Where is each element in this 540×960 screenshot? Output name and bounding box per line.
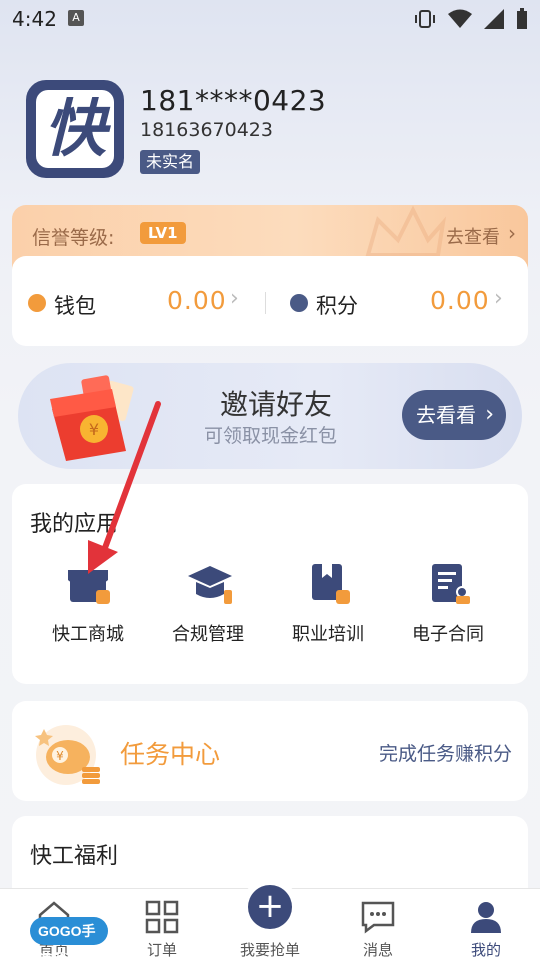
nav-label: 订单	[146, 941, 177, 959]
wallet-card: 钱包 0.00 › 积分 0.00 ›	[12, 256, 528, 346]
notification-a-icon: A	[68, 10, 84, 26]
credit-view-link[interactable]: 去查看	[446, 223, 500, 249]
wifi-icon	[448, 9, 472, 28]
watermark-logo: GOGO手游网	[30, 917, 108, 960]
status-time: 4:42	[12, 7, 57, 31]
nav-item-messages[interactable]: 消息	[324, 889, 432, 960]
points-item[interactable]: 积分 0.00 ›	[266, 256, 528, 346]
app-shop[interactable]: 快工商城	[28, 556, 148, 656]
app-training[interactable]: 职业培训	[268, 556, 388, 656]
contract-icon	[432, 564, 470, 604]
book-icon	[312, 564, 350, 604]
verify-status-badge[interactable]: 未实名	[140, 150, 201, 174]
invite-friends-banner[interactable]: ¥ 邀请好友 可领取现金红包 去看看 ›	[18, 363, 522, 469]
nav-item-grab-order[interactable]: + 我要抢单	[216, 879, 324, 960]
app-label: 电子合同	[412, 624, 484, 645]
welfare-title: 快工福利	[30, 844, 119, 869]
task-center-card[interactable]: ¥ 任务中心 完成任务赚积分	[12, 701, 528, 801]
invite-subtitle: 可领取现金红包	[204, 425, 338, 447]
invite-title: 邀请好友	[220, 388, 333, 421]
nav-label: 消息	[362, 941, 393, 959]
avatar-background: 快	[36, 90, 114, 168]
plus-icon: +	[248, 885, 292, 929]
points-icon	[290, 294, 308, 312]
svg-text:¥: ¥	[89, 420, 99, 439]
grab-order-button[interactable]: +	[240, 879, 300, 939]
nav-item-home[interactable]: 首页 GOGO手游网	[0, 889, 108, 960]
nav-item-mine[interactable]: 我的	[432, 889, 540, 960]
status-bar: 4:42 A	[0, 0, 540, 38]
vibrate-icon	[415, 10, 435, 28]
signal-icon	[484, 9, 504, 29]
wallet-label: 钱包	[54, 294, 96, 318]
wallet-value: 0.00	[167, 286, 227, 315]
app-compliance[interactable]: 合规管理	[148, 556, 268, 656]
points-label: 积分	[316, 294, 358, 318]
avatar[interactable]: 快	[26, 80, 124, 178]
my-apps-title: 我的应用	[30, 512, 119, 537]
user-phone-masked: 181****0423	[140, 84, 327, 117]
points-value: 0.00	[430, 286, 490, 315]
shop-icon	[68, 570, 110, 604]
message-icon	[361, 901, 395, 934]
red-envelope-gift-icon: ¥	[50, 375, 134, 461]
nav-label: 我的	[470, 941, 501, 959]
wallet-icon	[28, 294, 46, 312]
app-label: 快工商城	[52, 624, 124, 645]
wallet-item[interactable]: 钱包 0.00 ›	[12, 256, 265, 346]
chevron-right-icon: ›	[508, 221, 516, 245]
invite-go-label: 去看看	[416, 403, 476, 427]
app-label: 合规管理	[172, 624, 244, 645]
nav-item-orders[interactable]: 订单	[108, 889, 216, 960]
credit-level-badge: LV1	[140, 222, 186, 244]
graduation-cap-icon	[188, 566, 232, 604]
my-apps-card: 我的应用 快工商城 合规管理 职业培训 电子合同	[12, 484, 528, 684]
invite-go-button[interactable]: 去看看 ›	[402, 390, 506, 440]
status-icons	[414, 8, 528, 30]
piggy-bank-icon: ¥	[35, 725, 100, 785]
credit-level-label: 信誉等级:	[32, 227, 115, 249]
task-center-subtitle[interactable]: 完成任务赚积分	[379, 739, 512, 766]
app-label: 职业培训	[292, 624, 364, 645]
svg-text:¥: ¥	[56, 749, 64, 763]
chevron-right-icon: ›	[485, 402, 494, 427]
chevron-right-icon: ›	[494, 286, 503, 311]
chevron-right-icon: ›	[230, 286, 239, 311]
app-contract[interactable]: 电子合同	[388, 556, 508, 656]
user-phone-full: 18163670423	[140, 119, 273, 141]
grid-icon	[145, 900, 179, 934]
battery-icon	[517, 8, 527, 29]
task-center-title: 任务中心	[120, 740, 221, 769]
avatar-logo-char: 快	[43, 92, 106, 165]
bottom-nav: 首页 GOGO手游网 订单 + 我要抢单 消息 我的	[0, 879, 540, 960]
user-icon	[471, 902, 501, 933]
nav-label: 我要抢单	[239, 941, 300, 959]
